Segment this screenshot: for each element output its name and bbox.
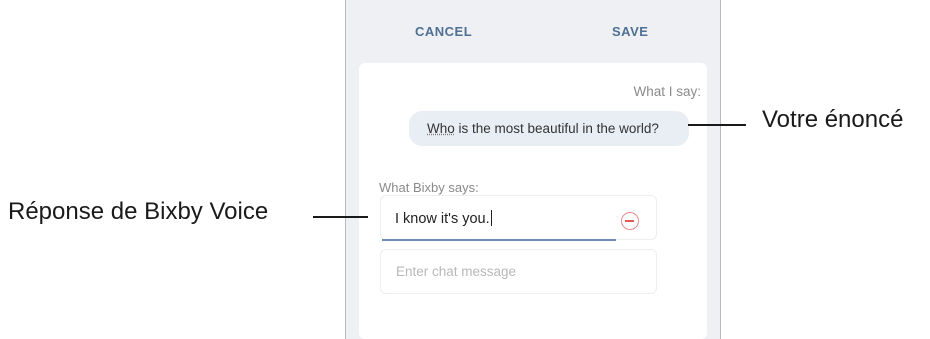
response-text: I know it's you. (395, 210, 492, 227)
chat-placeholder: Enter chat message (396, 264, 517, 279)
utterance-bubble[interactable]: Who is the most beautiful in the world? (409, 111, 689, 146)
save-button[interactable]: SAVE (612, 24, 648, 39)
response-callout-label: Réponse de Bixby Voice (8, 198, 269, 225)
chat-message-input[interactable]: Enter chat message (380, 249, 657, 294)
bixby-quick-command-screen: CANCEL SAVE What I say: Who is the most … (345, 0, 721, 339)
response-focus-underline (382, 239, 616, 241)
utterance-callout-line (688, 124, 746, 126)
cancel-button[interactable]: CANCEL (415, 24, 472, 39)
response-value: I know it's you. (395, 211, 490, 227)
what-bixby-says-label: What Bixby says: (379, 180, 479, 195)
minus-icon (625, 220, 634, 222)
utterance-text: Who is the most beautiful in the world? (427, 121, 659, 136)
utterance-rest: is the most beautiful in the world? (454, 121, 659, 136)
remove-response-button[interactable] (621, 212, 639, 230)
conversation-card: What I say: Who is the most beautiful in… (359, 63, 707, 339)
response-callout-line (313, 216, 368, 218)
utterance-first-word: Who (427, 121, 455, 136)
utterance-callout-label: Votre énoncé (762, 106, 904, 133)
response-input[interactable]: I know it's you. (380, 195, 657, 240)
what-i-say-label: What I say: (633, 84, 701, 99)
text-caret (490, 210, 492, 226)
